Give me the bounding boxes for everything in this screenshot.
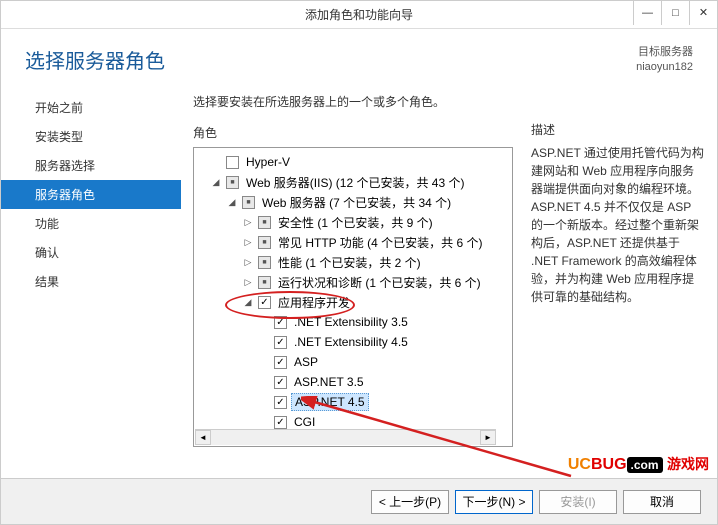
dest-label: 目标服务器 (636, 45, 693, 60)
description-header: 描述 (531, 121, 705, 138)
roles-header: 角色 (193, 124, 513, 141)
tree-node[interactable]: ◢ Web 服务器(IIS) (12 个已安装，共 43 个) (196, 172, 510, 192)
dest-name: niaoyun182 (636, 60, 693, 75)
tree-node[interactable]: .NET Extensibility 3.5 (196, 312, 510, 332)
scrollbar-horizontal[interactable]: ◄ ► (195, 429, 496, 445)
checkbox[interactable] (274, 356, 287, 369)
scroll-left-icon[interactable]: ◄ (195, 430, 211, 445)
checkbox[interactable] (242, 196, 255, 209)
tree-node[interactable]: Hyper-V (196, 152, 510, 172)
sidebar-item[interactable]: 确认 (1, 238, 181, 267)
tree-label[interactable]: CGI (291, 414, 318, 430)
checkbox[interactable] (274, 336, 287, 349)
tree-label[interactable]: Web 服务器 (7 个已安装，共 34 个) (259, 193, 454, 212)
window-title: 添加角色和功能向导 (305, 8, 413, 22)
checkbox[interactable] (274, 396, 287, 409)
tree-node[interactable]: ASP.NET 3.5 (196, 372, 510, 392)
checkbox[interactable] (274, 316, 287, 329)
tree-label[interactable]: 常见 HTTP 功能 (4 个已安装，共 6 个) (275, 233, 485, 252)
sidebar: 开始之前安装类型服务器选择服务器角色功能确认结果 (1, 85, 181, 475)
tree-node[interactable]: ASP (196, 352, 510, 372)
close-icon[interactable]: ✕ (689, 1, 717, 25)
sidebar-item[interactable]: 结果 (1, 267, 181, 296)
tree-node[interactable]: ▷ 常见 HTTP 功能 (4 个已安装，共 6 个) (196, 232, 510, 252)
header: 选择服务器角色 目标服务器 niaoyun182 (1, 29, 717, 85)
collapse-icon[interactable]: ◢ (226, 197, 238, 208)
tree-node[interactable]: ▷ 安全性 (1 个已安装，共 9 个) (196, 212, 510, 232)
tree-node[interactable]: .NET Extensibility 4.5 (196, 332, 510, 352)
checkbox[interactable] (274, 416, 287, 429)
checkbox[interactable] (226, 176, 239, 189)
expand-icon[interactable]: ▷ (242, 217, 254, 228)
minimize-icon[interactable]: — (633, 1, 661, 25)
tree-label[interactable]: ASP (291, 354, 321, 370)
content: 选择要安装在所选服务器上的一个或多个角色。 角色 Hyper-V ◢ Web 服务器… (181, 85, 717, 475)
page-title: 选择服务器角色 (25, 45, 165, 74)
next-button[interactable]: 下一步(N) > (455, 490, 533, 514)
tree-label[interactable]: .NET Extensibility 4.5 (291, 334, 411, 350)
install-button: 安装(I) (539, 490, 617, 514)
tree-node[interactable]: ▷ 性能 (1 个已安装，共 2 个) (196, 252, 510, 272)
tree-label[interactable]: .NET Extensibility 3.5 (291, 314, 411, 330)
window-controls: — □ ✕ (633, 1, 717, 25)
cancel-button[interactable]: 取消 (623, 490, 701, 514)
collapse-icon[interactable]: ◢ (210, 177, 222, 188)
titlebar: 添加角色和功能向导 — □ ✕ (1, 1, 717, 29)
roles-tree[interactable]: Hyper-V ◢ Web 服务器(IIS) (12 个已安装，共 43 个) ◢ We… (193, 147, 513, 447)
checkbox[interactable] (258, 276, 271, 289)
tree-label[interactable]: 应用程序开发 (275, 293, 353, 312)
sidebar-item[interactable]: 功能 (1, 209, 181, 238)
scroll-right-icon[interactable]: ► (480, 430, 496, 445)
tree-label[interactable]: ASP.NET 4.5 (291, 393, 369, 411)
expand-icon[interactable]: ▷ (242, 257, 254, 268)
checkbox[interactable] (258, 216, 271, 229)
description-column: 描述 ASP.NET 通过使用托管代码为构建网站和 Web 应用程序向服务器端提… (531, 93, 705, 475)
sidebar-item[interactable]: 服务器角色 (1, 180, 181, 209)
tree-label[interactable]: Hyper-V (243, 154, 293, 170)
checkbox[interactable] (274, 376, 287, 389)
checkbox[interactable] (226, 156, 239, 169)
tree-node[interactable]: ◢ Web 服务器 (7 个已安装，共 34 个) (196, 192, 510, 212)
expand-icon[interactable]: ▷ (242, 277, 254, 288)
collapse-icon[interactable]: ◢ (242, 297, 254, 308)
footer: < 上一步(P) 下一步(N) > 安装(I) 取消 (1, 478, 717, 524)
checkbox[interactable] (258, 296, 271, 309)
sidebar-item[interactable]: 服务器选择 (1, 151, 181, 180)
checkbox[interactable] (258, 236, 271, 249)
checkbox[interactable] (258, 256, 271, 269)
roles-column: 选择要安装在所选服务器上的一个或多个角色。 角色 Hyper-V ◢ Web 服务器… (193, 93, 513, 475)
tree-label[interactable]: 运行状况和诊断 (1 个已安装，共 6 个) (275, 273, 484, 292)
tree-label[interactable]: 安全性 (1 个已安装，共 9 个) (275, 213, 436, 232)
expand-icon[interactable]: ▷ (242, 237, 254, 248)
tree-node[interactable]: ◢ 应用程序开发 (196, 292, 510, 312)
intro-text: 选择要安装在所选服务器上的一个或多个角色。 (193, 93, 513, 110)
tree-label[interactable]: ASP.NET 3.5 (291, 374, 367, 390)
maximize-icon[interactable]: □ (661, 1, 689, 25)
tree-node[interactable]: ASP.NET 4.5 (196, 392, 510, 412)
tree-label[interactable]: 性能 (1 个已安装，共 2 个) (275, 253, 424, 272)
sidebar-item[interactable]: 开始之前 (1, 93, 181, 122)
scroll-track[interactable] (211, 430, 480, 445)
tree-label[interactable]: Web 服务器(IIS) (12 个已安装，共 43 个) (243, 173, 467, 192)
main: 开始之前安装类型服务器选择服务器角色功能确认结果 选择要安装在所选服务器上的一个… (1, 85, 717, 475)
spacer (531, 93, 705, 107)
destination-server: 目标服务器 niaoyun182 (636, 45, 693, 75)
description-text: ASP.NET 通过使用托管代码为构建网站和 Web 应用程序向服务器端提供面向… (531, 144, 705, 306)
tree-node[interactable]: ▷ 运行状况和诊断 (1 个已安装，共 6 个) (196, 272, 510, 292)
sidebar-item[interactable]: 安装类型 (1, 122, 181, 151)
prev-button[interactable]: < 上一步(P) (371, 490, 449, 514)
